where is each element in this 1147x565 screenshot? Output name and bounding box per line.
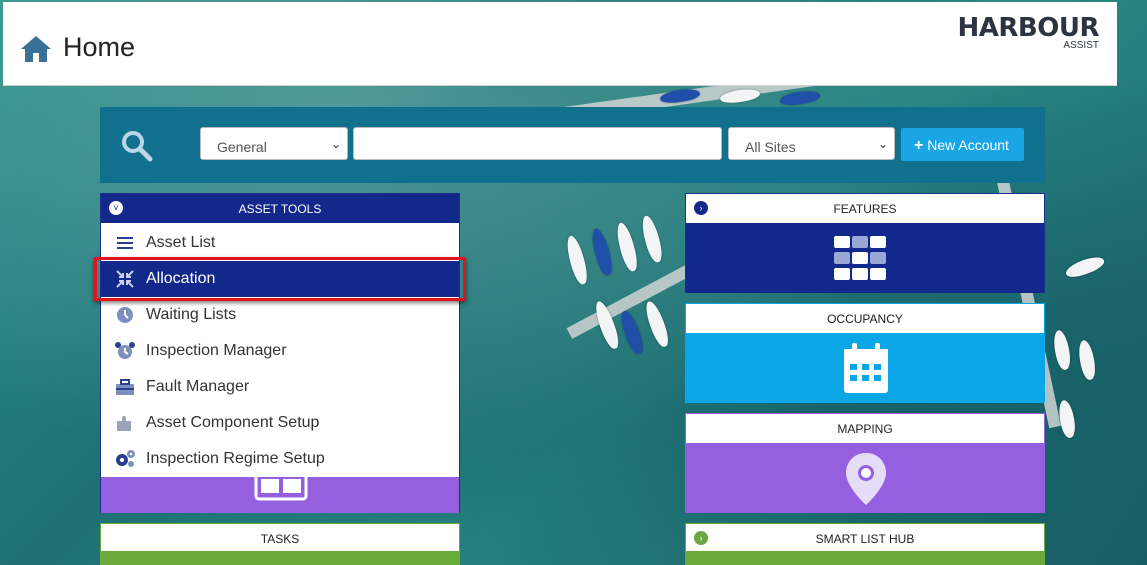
- tasks-panel[interactable]: TASKS: [100, 523, 460, 565]
- page-title: Home: [63, 32, 136, 62]
- occupancy-panel[interactable]: OCCUPANCY: [685, 303, 1045, 403]
- tasks-tile-body[interactable]: [101, 551, 459, 565]
- smart-list-hub-header[interactable]: › SMART LIST HUB: [686, 524, 1044, 553]
- menu-item-label: Waiting Lists: [146, 306, 237, 323]
- site-select-value: All Sites: [745, 139, 796, 155]
- chevron-right-icon[interactable]: ›: [694, 201, 708, 215]
- search-bar: General ⌄ All Sites ⌄ + New Account: [100, 107, 1045, 183]
- chevron-down-icon: ⌄: [877, 137, 888, 151]
- smart-list-hub-panel[interactable]: › SMART LIST HUB: [685, 523, 1045, 565]
- calendar-icon: [844, 343, 888, 393]
- features-tile-body[interactable]: [686, 223, 1044, 293]
- search-icon[interactable]: [120, 129, 154, 163]
- category-select-value: General: [217, 139, 267, 155]
- smart-list-hub-tile-body[interactable]: [686, 551, 1044, 565]
- menu-item-inspection-manager[interactable]: Inspection Manager: [101, 333, 459, 369]
- features-title: FEATURES: [833, 202, 897, 216]
- asset-tools-panel: ˅ ASSET TOOLS Asset List Allocation Wait…: [100, 193, 460, 513]
- list-icon: [117, 237, 133, 249]
- mapping-header[interactable]: MAPPING: [686, 414, 1044, 443]
- gears-icon: [116, 450, 135, 467]
- map-pin-icon: [846, 453, 886, 505]
- toolbox-icon: [116, 379, 134, 395]
- allocation-highlight-box: [94, 257, 466, 301]
- tasks-title: TASKS: [260, 532, 300, 546]
- occupancy-title: OCCUPANCY: [827, 312, 903, 326]
- mapping-title: MAPPING: [837, 422, 893, 436]
- mapping-panel[interactable]: MAPPING: [685, 413, 1045, 513]
- tasks-header[interactable]: TASKS: [101, 524, 459, 553]
- occupancy-tile-body[interactable]: [686, 333, 1044, 403]
- menu-item-asset-component-setup[interactable]: Asset Component Setup: [101, 405, 459, 441]
- mapping-tile-body[interactable]: [686, 443, 1044, 513]
- menu-item-inspection-regime-setup[interactable]: Inspection Regime Setup: [101, 441, 459, 477]
- clock-icon: [117, 307, 133, 323]
- features-header[interactable]: › FEATURES: [686, 194, 1044, 223]
- menu-item-waiting-lists[interactable]: Waiting Lists: [101, 297, 459, 333]
- features-panel[interactable]: › FEATURES: [685, 193, 1045, 293]
- menu-item-label: Asset Component Setup: [146, 414, 320, 431]
- page-header: Home HARBOUR ASSIST: [3, 2, 1117, 86]
- new-account-label: New Account: [927, 137, 1009, 153]
- site-select[interactable]: All Sites ⌄: [728, 127, 895, 160]
- logo-main-text: HARBOUR: [957, 13, 1100, 43]
- menu-item-label: Inspection Manager: [146, 342, 287, 359]
- harbour-assist-logo: HARBOUR ASSIST: [957, 13, 1100, 51]
- menu-item-asset-list[interactable]: Asset List: [101, 225, 459, 261]
- asset-tools-tile-body[interactable]: [101, 477, 459, 513]
- chevron-down-icon[interactable]: ˅: [109, 201, 123, 215]
- puzzle-icon: [117, 416, 131, 431]
- new-account-button[interactable]: + New Account: [901, 128, 1024, 161]
- search-input[interactable]: [353, 127, 722, 160]
- occupancy-header[interactable]: OCCUPANCY: [686, 304, 1044, 333]
- category-select[interactable]: General ⌄: [200, 127, 348, 160]
- menu-item-label: Asset List: [146, 234, 216, 251]
- menu-item-label: Inspection Regime Setup: [146, 450, 325, 467]
- plus-icon: +: [914, 137, 924, 154]
- chevron-right-icon[interactable]: ›: [694, 531, 708, 545]
- home-icon[interactable]: [19, 34, 53, 64]
- menu-item-fault-manager[interactable]: Fault Manager: [101, 369, 459, 405]
- alarm-clock-icon: [115, 342, 135, 359]
- grid-icon: [834, 236, 886, 280]
- menu-item-label: Fault Manager: [146, 378, 250, 395]
- asset-tools-title: ASSET TOOLS: [238, 202, 322, 216]
- asset-tools-header[interactable]: ˅ ASSET TOOLS: [101, 194, 459, 223]
- layout-icon: [254, 477, 308, 501]
- smart-list-hub-title: SMART LIST HUB: [815, 532, 915, 546]
- chevron-down-icon: ⌄: [330, 137, 341, 151]
